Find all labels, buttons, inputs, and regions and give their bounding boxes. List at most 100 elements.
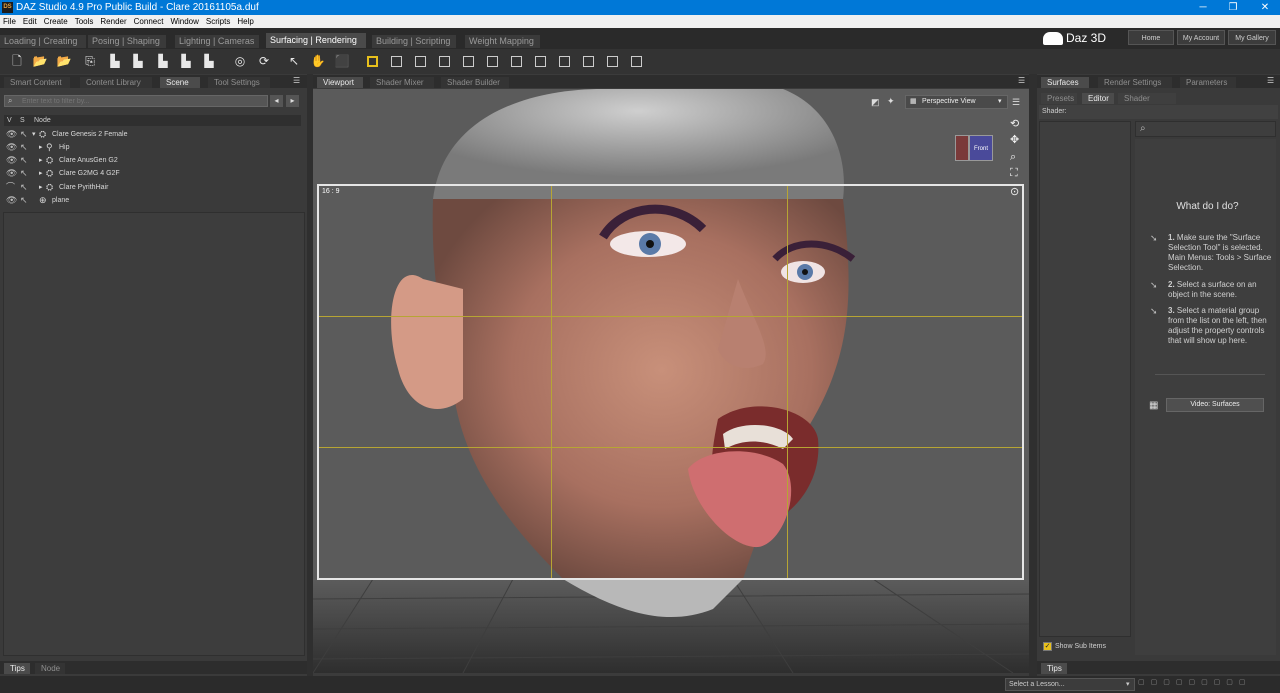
tab-tips-right[interactable]: Tips [1041,663,1067,674]
property-filter-box[interactable]: ⌕ [1135,121,1276,137]
tab-surfacing-rendering[interactable]: Surfacing | Rendering [266,33,366,48]
eye-icon[interactable]: 👁 [6,129,17,139]
layout-three-left-icon[interactable] [463,56,474,67]
layout-two-vertical-icon[interactable] [391,56,402,67]
list-item[interactable]: 👁 ↖ ▸ ⚲ Hip [0,141,300,154]
camera-tool-icon[interactable]: ⬛ [334,53,350,69]
open-recent-icon[interactable]: 📂 [56,53,72,69]
tab-tips[interactable]: Tips [4,663,30,674]
layout-three-top-icon[interactable] [511,56,522,67]
surface-selection-tool-icon[interactable]: ✋ [310,53,326,69]
tab-surfaces[interactable]: Surfaces [1041,77,1089,88]
lesson-select[interactable]: Select a Lesson... ▾ [1005,678,1135,691]
reset-view-icon[interactable]: ⊙ [1010,185,1019,198]
expand-arrow-icon[interactable]: ▸ [39,141,43,154]
selectable-arrow-icon[interactable]: ↖ [20,155,30,165]
menu-render[interactable]: Render [100,17,126,26]
column-selectable[interactable]: S [20,115,25,126]
render-icon[interactable]: ◎ [232,53,248,69]
my-account-button[interactable]: My Account [1177,30,1225,45]
column-node[interactable]: Node [34,115,51,126]
draw-style-icon[interactable]: ◩ [871,97,880,108]
tab-viewport[interactable]: Viewport [317,77,363,88]
tab-scene[interactable]: Scene [160,77,200,88]
restore-button[interactable]: ❐ [1218,0,1248,15]
right-pane-menu-icon[interactable]: ☰ [1267,76,1274,85]
tab-parameters[interactable]: Parameters [1180,77,1236,88]
expand-arrow-icon[interactable]: ▸ [39,181,43,194]
frame-icon[interactable]: ⛶ [1010,167,1018,180]
orbit-icon[interactable]: ⟲ [1010,117,1019,130]
save-subset-icon[interactable]: ▙ [155,53,171,69]
eye-icon[interactable]: 👁 [6,142,17,152]
eye-closed-icon[interactable]: ⌒ [6,182,16,192]
layout-right-bar-icon[interactable] [583,56,594,67]
minimize-button[interactable]: ─ [1188,0,1218,15]
right-splitter[interactable] [1029,74,1037,676]
selectable-arrow-icon[interactable]: ↖ [20,168,30,178]
tab-posing-shaping[interactable]: Posing | Shaping [88,35,166,48]
material-group-list[interactable] [1039,121,1131,637]
pan-icon[interactable]: ✥ [1010,133,1019,146]
menu-connect[interactable]: Connect [134,17,164,26]
tab-content-library[interactable]: Content Library [80,77,152,88]
layout-three-bottom-icon[interactable] [439,56,450,67]
expand-arrow-icon[interactable]: ▸ [39,167,43,180]
list-item[interactable]: 👁 ↖ ▾ ⛭ Clare Genesis 2 Female [0,128,300,141]
tab-shader-builder[interactable]: Shader Builder [441,77,509,88]
zoom-icon[interactable]: ⌕ [1010,151,1016,164]
my-gallery-button[interactable]: My Gallery [1228,30,1276,45]
column-visible[interactable]: V [7,115,12,126]
close-button[interactable]: ✕ [1250,0,1280,15]
layout-two-horizontal-icon[interactable] [415,56,426,67]
left-splitter[interactable] [307,74,313,676]
menu-scripts[interactable]: Scripts [206,17,230,26]
layout-left-bar-icon[interactable] [559,56,570,67]
viewport-menu-icon[interactable]: ☰ [1012,97,1020,108]
subtab-editor[interactable]: Editor [1082,93,1114,104]
home-button[interactable]: Home [1128,30,1174,45]
selectable-arrow-icon[interactable]: ↖ [20,182,30,192]
lesson-step-buttons[interactable]: ▢▢▢▢▢▢▢▢▢ [1138,678,1278,691]
tab-render-settings[interactable]: Render Settings [1098,77,1172,88]
selectable-arrow-icon[interactable]: ↖ [20,129,30,139]
menu-window[interactable]: Window [170,17,198,26]
layout-three-right-icon[interactable] [487,56,498,67]
subtab-presets[interactable]: Presets [1041,93,1077,104]
layout-quad-icon[interactable] [631,56,642,67]
camera-options-icon[interactable]: ✦ [887,96,895,107]
selectable-arrow-icon[interactable]: ↖ [20,142,30,152]
eye-icon[interactable]: 👁 [6,195,17,205]
refresh-icon[interactable]: ⟳ [256,53,272,69]
tab-loading-creating[interactable]: Loading | Creating [0,35,86,48]
list-item[interactable]: ⌒ ↖ ▸ ⛭ Clare PyrithHair [0,181,300,194]
subtab-shader-baker[interactable]: Shader Baker [1118,93,1176,114]
layout-bottom-bar-icon[interactable] [535,56,546,67]
viewport-3d[interactable]: 16 : 9 ◩ ✦ ▦ Perspective View ▾ ☰ Front … [313,89,1029,673]
tab-building-scripting[interactable]: Building | Scripting [372,35,456,48]
expand-arrow-icon[interactable]: ▾ [32,128,36,141]
menu-tools[interactable]: Tools [75,17,94,26]
tab-smart-content[interactable]: Smart Content [4,77,70,88]
save-preset-icon[interactable]: ▙ [178,53,194,69]
view-cube[interactable]: Front [953,129,997,165]
filter-back-icon[interactable]: ◂ [270,95,283,107]
list-item[interactable]: 👁 ↖ ▸ ⛭ Clare AnusGen G2 [0,154,300,167]
tab-weight-mapping[interactable]: Weight Mapping [465,35,540,48]
eye-icon[interactable]: 👁 [6,155,17,165]
video-surfaces-button[interactable]: Video: Surfaces [1166,398,1264,412]
eye-icon[interactable]: 👁 [6,168,17,178]
tab-tool-settings[interactable]: Tool Settings [208,77,270,88]
list-item[interactable]: 👁 ↖ ▸ ⛭ Clare G2MG 4 G2F [0,167,300,180]
tab-node[interactable]: Node [35,663,65,674]
import-icon[interactable]: ⎘ [82,53,98,69]
layout-single-icon[interactable] [367,56,378,67]
center-pane-menu-icon[interactable]: ☰ [1018,76,1025,85]
selectable-arrow-icon[interactable]: ↖ [20,195,30,205]
expand-arrow-icon[interactable]: ▸ [39,154,43,167]
menu-file[interactable]: File [3,17,16,26]
save-scene-icon[interactable]: ▙ [201,53,217,69]
open-file-icon[interactable]: 📂 [32,53,48,69]
menu-help[interactable]: Help [237,17,253,26]
list-item[interactable]: 👁 ↖ ⊕ plane [0,194,300,207]
